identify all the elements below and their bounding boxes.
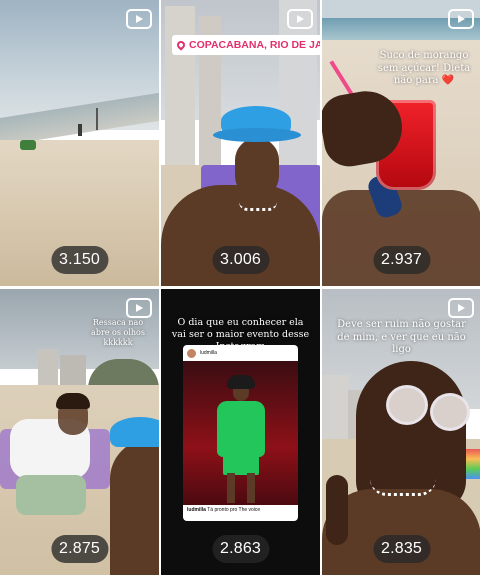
story-caption: Ressaca nao abre os olhos kkkkkk: [91, 318, 145, 347]
reels-icon: [126, 9, 152, 29]
location-text: COPACABANA, RIO DE JANEIRO: [189, 39, 320, 51]
story-caption: Deve ser ruim não gostar de mim, e ver q…: [337, 319, 466, 355]
reels-grid: 3.150 COPACABANA, RIO DE JANEIRO 3.006: [0, 0, 480, 575]
reel-tile-6[interactable]: Deve ser ruim não gostar de mim, e ver q…: [322, 289, 480, 575]
post-header: ludmilla: [183, 345, 298, 361]
reel-tile-2[interactable]: COPACABANA, RIO DE JANEIRO 3.006: [161, 0, 320, 286]
avatar: [187, 348, 196, 358]
view-count: 2.875: [50, 535, 109, 563]
post-comment: ludmilla Tá pronto pro The voice: [187, 507, 260, 513]
comment-username: ludmilla: [187, 507, 206, 513]
reel-tile-1[interactable]: 3.150: [0, 0, 159, 286]
embedded-post[interactable]: ludmilla ludmilla Tá pronto pro The voic…: [183, 345, 298, 521]
reel-tile-3[interactable]: Suco de morango sem açúcar! Dieta não pa…: [322, 0, 480, 286]
location-sticker: COPACABANA, RIO DE JANEIRO: [172, 35, 320, 55]
comment-text: Tá pronto pro The voice: [207, 507, 261, 513]
post-image: [183, 361, 298, 505]
beach-photo: [0, 0, 159, 286]
reel-tile-5[interactable]: O dia que eu conhecer ela vai ser o maio…: [161, 289, 320, 575]
view-count: 2.835: [372, 535, 431, 563]
heart-emoji: ❤️: [441, 75, 455, 86]
view-count: 2.863: [211, 535, 270, 563]
view-count: 3.150: [50, 246, 109, 274]
post-username: ludmilla: [200, 350, 217, 356]
drink-photo: [322, 0, 480, 286]
reels-icon: [126, 298, 152, 318]
reel-tile-4[interactable]: Ressaca nao abre os olhos kkkkkk 2.875: [0, 289, 159, 575]
view-count: 2.937: [372, 246, 431, 274]
reels-icon: [448, 298, 474, 318]
view-count: 3.006: [211, 246, 270, 274]
location-pin-icon: [175, 39, 187, 51]
reels-icon: [287, 9, 313, 29]
story-caption: Suco de morango sem açúcar! Dieta não pa…: [377, 50, 471, 86]
reels-icon: [448, 9, 474, 29]
